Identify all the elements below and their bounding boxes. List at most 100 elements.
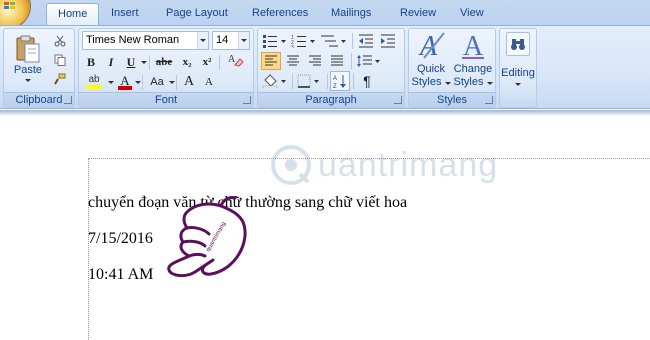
tab-home[interactable]: Home	[46, 3, 100, 26]
sort-icon: AZ	[333, 75, 346, 89]
office-logo-icon	[4, 2, 16, 10]
format-painter-button[interactable]	[51, 71, 69, 87]
tab-page-layout[interactable]: Page Layout	[166, 7, 228, 19]
shading-button[interactable]	[261, 72, 289, 90]
paste-button[interactable]: Paste	[8, 31, 48, 85]
chevron-down-icon	[444, 82, 451, 85]
paragraph-group: 1 2 3 A Z ¶ Paragraph	[257, 28, 405, 108]
font-size-select[interactable]: 14	[212, 31, 250, 50]
shrink-font-button[interactable]: A	[200, 73, 218, 91]
grow-font-button[interactable]: A	[179, 73, 199, 91]
clipboard-group: Paste Clipboard	[3, 28, 75, 108]
change-styles-button[interactable]: A	[455, 31, 491, 61]
increase-indent-button[interactable]	[378, 32, 398, 50]
borders-icon	[297, 74, 319, 88]
svg-text:A: A	[418, 31, 438, 61]
quick-styles-icon: A	[418, 31, 445, 61]
numbering-button[interactable]: 1 2 3	[290, 32, 318, 50]
quick-styles-label-line2: Styles	[410, 76, 452, 88]
svg-text:A: A	[333, 76, 337, 82]
paragraph-separator-3	[292, 73, 293, 89]
font-family-value: Times New Roman	[86, 34, 180, 46]
decrease-indent-icon	[359, 34, 373, 48]
strikethrough-button[interactable]: abe	[153, 53, 175, 71]
justify-icon	[331, 55, 343, 66]
watermark-text: uantrimang	[318, 145, 499, 184]
paste-label: Paste	[13, 63, 43, 76]
align-left-icon	[265, 55, 277, 66]
change-styles-label-line1: Change	[453, 63, 493, 75]
paragraph-group-label: Paragraph	[258, 92, 404, 107]
tab-references[interactable]: References	[252, 7, 308, 19]
align-center-button[interactable]	[283, 52, 303, 70]
change-styles-label-text: Styles	[453, 76, 484, 88]
clipboard-dialog-launcher[interactable]	[64, 96, 72, 104]
ribbon: Paste Clipboard Times New Roman 14 B I U…	[0, 25, 650, 109]
styles-dialog-launcher[interactable]	[485, 96, 493, 104]
font-separator-4	[176, 75, 177, 90]
tab-insert[interactable]: Insert	[111, 7, 139, 19]
underline-button[interactable]: U	[122, 53, 140, 71]
underline-dropdown-icon[interactable]	[141, 61, 147, 64]
quick-styles-label-text: Styles	[411, 76, 442, 88]
bullet-list-icon	[263, 35, 286, 48]
scissors-icon	[54, 35, 66, 47]
office-button[interactable]	[0, 0, 30, 28]
borders-button[interactable]	[296, 72, 324, 90]
quick-styles-button[interactable]: A	[413, 31, 449, 61]
font-size-value: 14	[216, 34, 229, 46]
change-case-dropdown-icon[interactable]	[169, 81, 175, 84]
binoculars-icon	[511, 39, 525, 50]
document-line-2[interactable]: 7/15/2016	[88, 230, 153, 248]
styles-group: A Quick Styles A Change Styles Styles	[408, 28, 496, 108]
paragraph-separator-5	[353, 73, 354, 89]
chevron-down-icon	[25, 78, 31, 82]
bullets-button[interactable]	[261, 32, 289, 50]
align-right-button[interactable]	[305, 52, 325, 70]
decrease-indent-button[interactable]	[356, 32, 376, 50]
svg-text:Z: Z	[333, 84, 337, 89]
highlight-label: ab	[88, 74, 100, 85]
paint-bucket-icon	[262, 74, 286, 88]
font-color-button[interactable]: A	[116, 73, 134, 91]
cut-button[interactable]	[51, 33, 69, 49]
clear-formatting-button[interactable]: A	[225, 49, 247, 71]
italic-button[interactable]: I	[102, 53, 120, 71]
highlight-button[interactable]: ab	[82, 73, 106, 91]
align-left-button[interactable]	[261, 52, 281, 70]
format-painter-icon	[54, 73, 66, 85]
font-color-label: A	[120, 72, 130, 88]
svg-text:3: 3	[291, 45, 294, 48]
ribbon-tab-strip: Home Insert Page Layout References Maili…	[0, 0, 650, 28]
highlight-dropdown-icon[interactable]	[108, 81, 114, 84]
font-dialog-launcher[interactable]	[243, 96, 251, 104]
bold-button[interactable]: B	[82, 53, 100, 71]
editing-button[interactable]	[506, 32, 530, 56]
font-size-dropdown-icon	[238, 32, 249, 49]
quick-styles-label-line1: Quick	[416, 63, 446, 75]
tab-review[interactable]: Review	[400, 7, 436, 19]
show-formatting-marks-button[interactable]: ¶	[357, 71, 377, 91]
font-separator	[149, 55, 150, 70]
sort-button[interactable]: AZ	[330, 71, 350, 91]
justify-button[interactable]	[327, 52, 347, 70]
paragraph-separator-4	[327, 73, 328, 89]
superscript-button[interactable]: x²	[198, 53, 216, 71]
document-line-3[interactable]: 10:41 AM	[88, 266, 153, 284]
chevron-down-icon	[486, 82, 493, 85]
multilevel-list-icon	[321, 35, 346, 47]
font-separator-2	[219, 55, 220, 70]
ribbon-shadow	[0, 110, 650, 116]
copy-button[interactable]	[51, 52, 69, 68]
change-case-button[interactable]: Aa	[146, 73, 168, 91]
line-spacing-button[interactable]	[355, 52, 383, 70]
font-color-dropdown-icon[interactable]	[135, 81, 141, 84]
paragraph-dialog-launcher[interactable]	[394, 96, 402, 104]
align-center-icon	[287, 55, 299, 66]
tab-mailings[interactable]: Mailings	[331, 7, 371, 19]
multilevel-list-button[interactable]	[319, 32, 349, 50]
tab-view[interactable]: View	[460, 7, 484, 19]
font-family-select[interactable]: Times New Roman	[82, 31, 209, 50]
subscript-button[interactable]: x₂	[178, 53, 196, 71]
font-family-dropdown-icon	[197, 32, 208, 49]
